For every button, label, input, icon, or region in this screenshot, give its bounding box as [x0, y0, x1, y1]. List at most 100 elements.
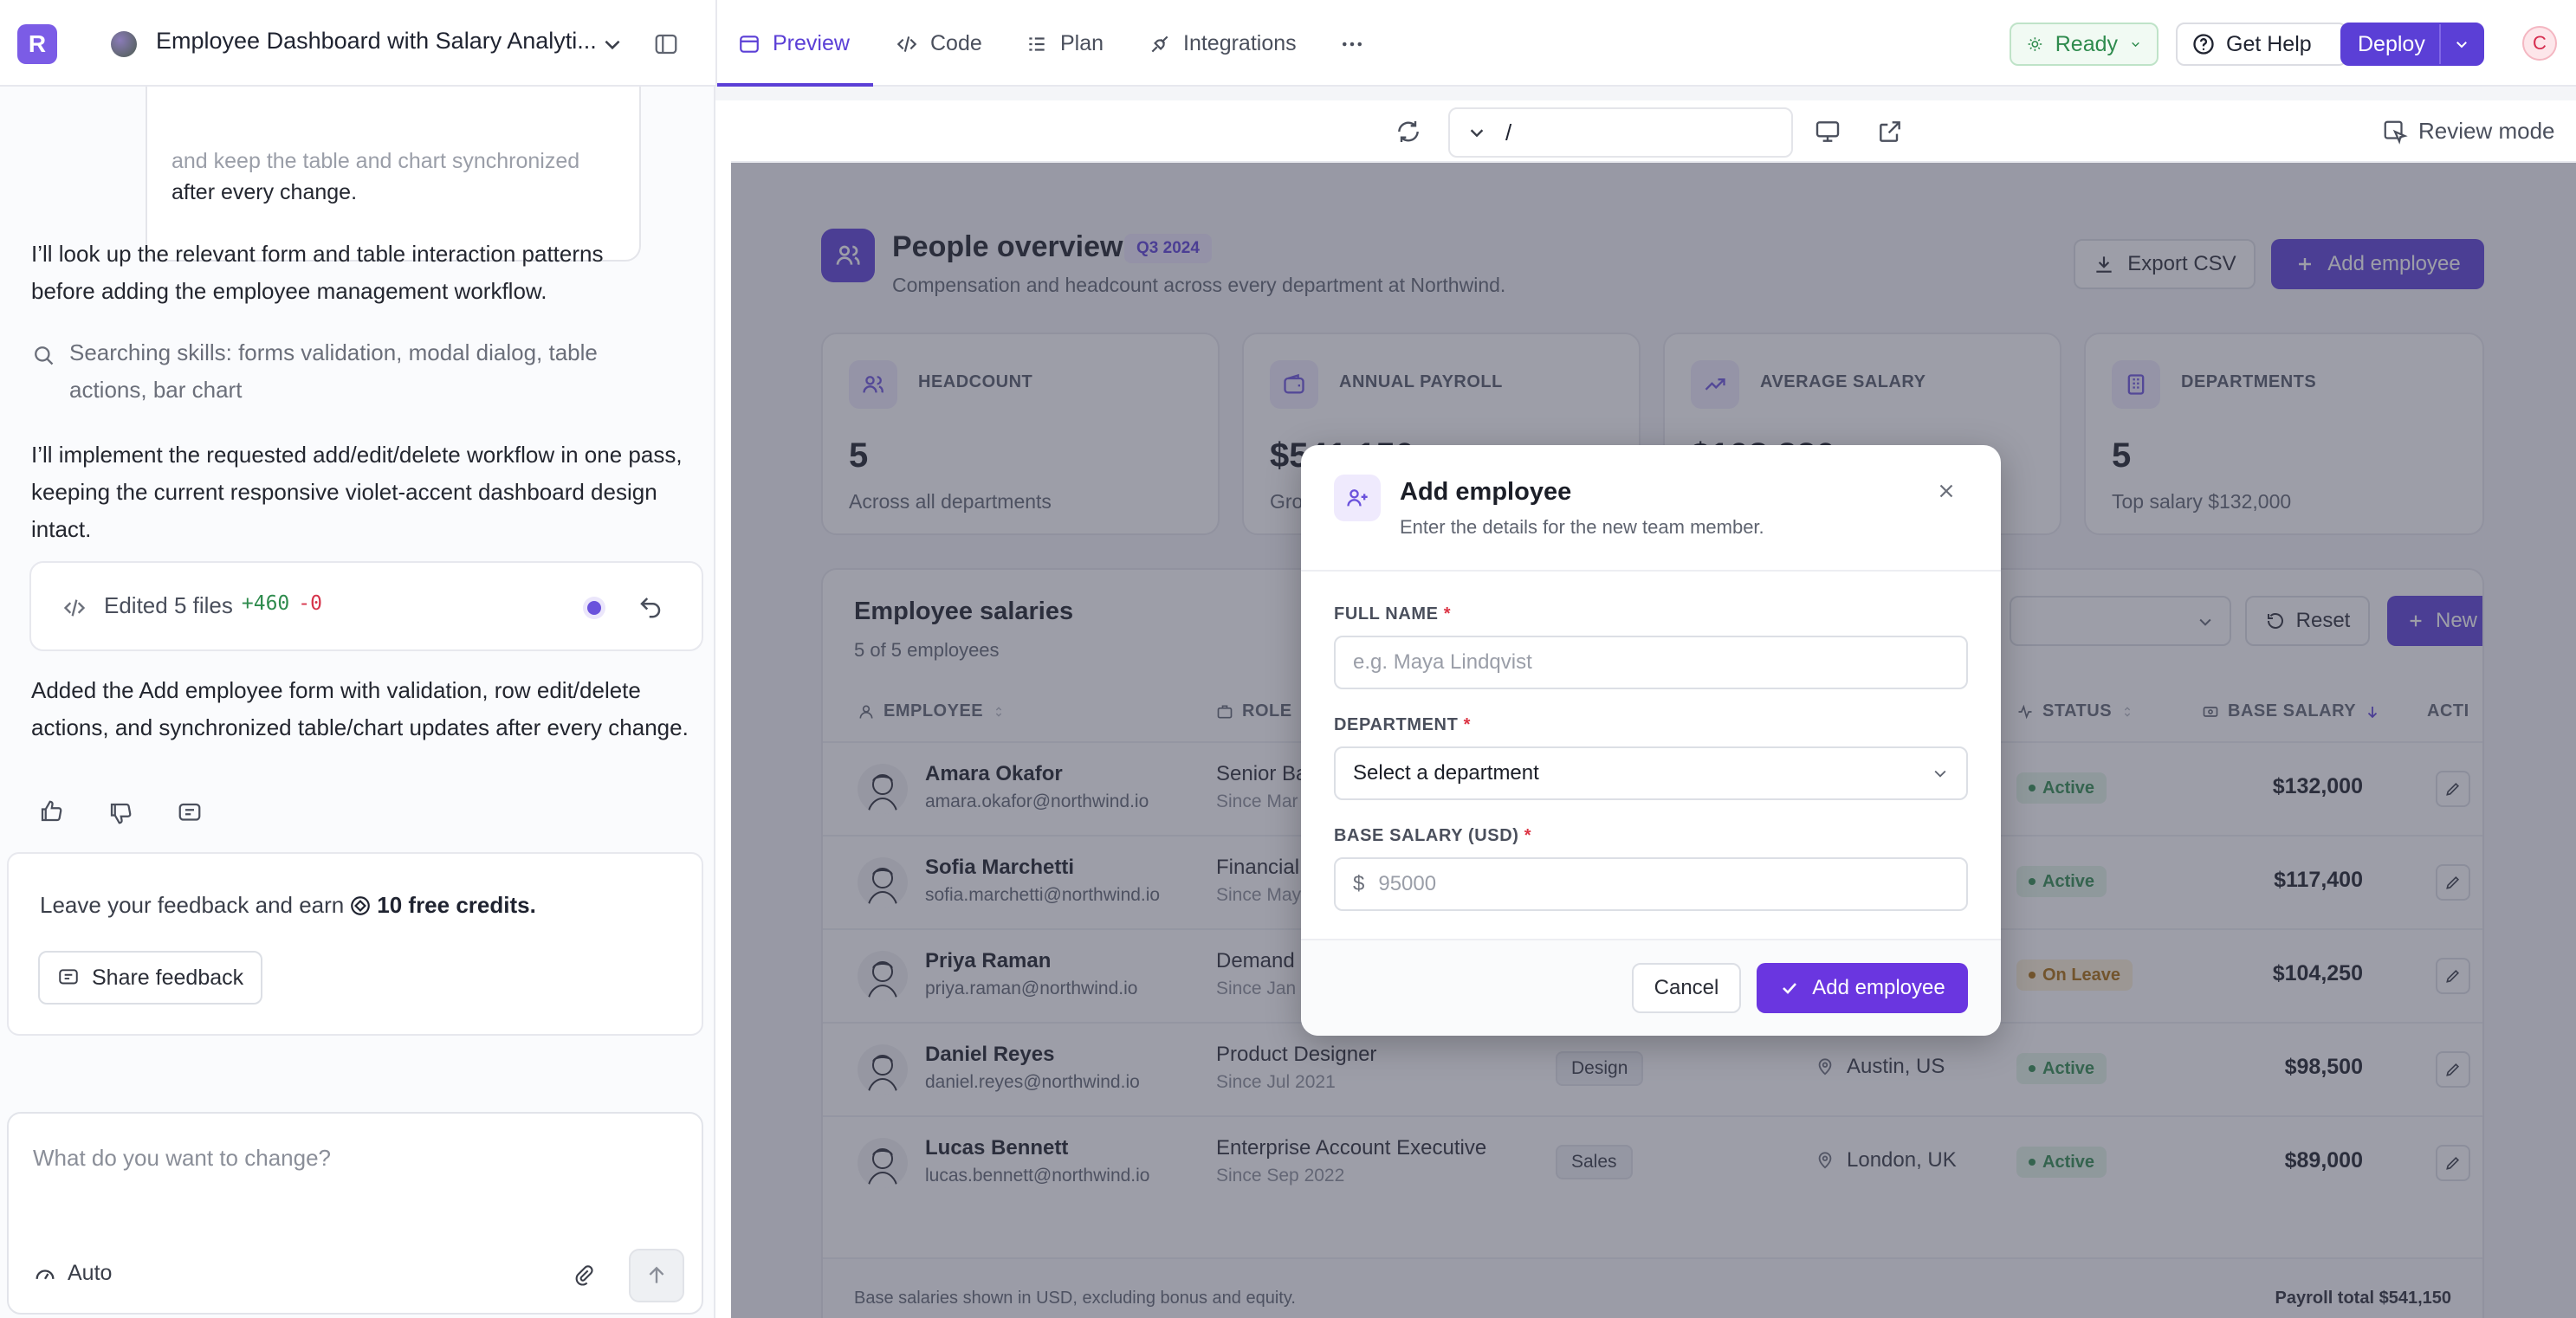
- tab-integrations[interactable]: Integrations: [1149, 31, 1297, 56]
- deploy-options-chevron-icon[interactable]: [2439, 24, 2482, 64]
- refresh-icon[interactable]: [1395, 118, 1422, 145]
- deploy-label: Deploy: [2358, 31, 2425, 56]
- tab-code-label: Code: [930, 31, 982, 55]
- user-plus-icon: [1334, 475, 1381, 521]
- code-icon: [896, 36, 917, 52]
- toggle-sidebar-icon[interactable]: [653, 31, 679, 57]
- required-mark: *: [1463, 715, 1471, 734]
- preview-toolbar: / Review mode: [731, 100, 2576, 163]
- project-avatar: [111, 31, 137, 57]
- feedback-credits: 10 free credits.: [377, 892, 536, 918]
- route-selector[interactable]: /: [1448, 107, 1793, 158]
- department-label: DEPARTMENT *: [1334, 715, 1471, 735]
- project-title[interactable]: Employee Dashboard with Salary Analyti..…: [156, 28, 597, 55]
- fullname-field[interactable]: e.g. Maya Lindqvist: [1334, 636, 1968, 689]
- app-logo[interactable]: R: [17, 24, 57, 64]
- feedback-text: Leave your feedback and earn: [40, 892, 345, 918]
- modal-title: Add employee: [1400, 478, 1572, 506]
- chevron-down-icon: [2132, 42, 2139, 48]
- salary-field[interactable]: $ 95000: [1334, 857, 1968, 911]
- feedback-card: Leave your feedback and earn 10 free cre…: [7, 852, 703, 1036]
- modal-divider-top: [1301, 570, 2001, 572]
- tool-call-text: Searching skills: forms validation, moda…: [69, 339, 598, 403]
- review-mode-label: Review mode: [2418, 118, 2555, 144]
- get-help-button[interactable]: Get Help: [2176, 23, 2347, 66]
- assistant-message-3: Added the Add employee form with validat…: [31, 677, 689, 740]
- department-selected-value: Select a department: [1353, 761, 1539, 785]
- department-select[interactable]: Select a department: [1334, 746, 1968, 800]
- add-employee-modal: Add employee Enter the details for the n…: [1301, 445, 2001, 1036]
- comment-icon[interactable]: [177, 800, 203, 826]
- gauge-icon: [36, 1269, 55, 1279]
- project-chevron-down-icon[interactable]: [601, 33, 624, 55]
- send-button[interactable]: [629, 1249, 684, 1302]
- arrow-up-icon: [649, 1266, 664, 1283]
- salary-label-text: BASE SALARY (USD): [1334, 826, 1519, 845]
- fullname-label-text: FULL NAME: [1334, 604, 1439, 623]
- assistant-message-2: I’ll implement the requested add/edit/de…: [31, 442, 683, 542]
- review-mode-button[interactable]: Review mode: [2382, 118, 2555, 145]
- cancel-label: Cancel: [1654, 976, 1719, 999]
- desktop-icon[interactable]: [1814, 118, 1841, 145]
- composer-input[interactable]: What do you want to change?: [33, 1145, 331, 1172]
- tab-plan[interactable]: Plan: [1026, 31, 1104, 56]
- edited-files-card[interactable]: Edited 5 files +460 -0: [29, 561, 703, 651]
- top-bar: R Employee Dashboard with Salary Analyti…: [0, 0, 2576, 87]
- preview-gutter: [715, 87, 2576, 100]
- mode-selector[interactable]: Auto: [33, 1261, 112, 1286]
- user-message-line1: and keep the table and chart synchronize…: [172, 149, 580, 173]
- close-icon[interactable]: [1935, 480, 1958, 502]
- chevron-down-icon: [1934, 770, 1946, 778]
- share-feedback-button[interactable]: Share feedback: [38, 951, 263, 1005]
- gear-icon: [2028, 37, 2042, 51]
- fullname-label: FULL NAME *: [1334, 604, 1451, 624]
- route-path: /: [1505, 119, 1512, 145]
- credits-icon: [351, 895, 371, 915]
- salary-label: BASE SALARY (USD) *: [1334, 826, 1531, 846]
- deploy-button[interactable]: Deploy: [2340, 23, 2484, 66]
- help-icon: [2193, 34, 2214, 55]
- tab-code[interactable]: Code: [896, 31, 982, 56]
- user-avatar[interactable]: C: [2522, 26, 2557, 61]
- submit-add-employee-button[interactable]: Add employee: [1757, 963, 1968, 1013]
- cancel-button[interactable]: Cancel: [1632, 963, 1741, 1013]
- edited-files-summary: Edited 5 files +460 -0: [104, 592, 322, 619]
- plug-icon: [1151, 36, 1168, 52]
- tab-preview-label: Preview: [773, 31, 850, 55]
- tab-plan-label: Plan: [1060, 31, 1104, 55]
- get-help-label: Get Help: [2226, 31, 2312, 56]
- avatar-letter: C: [2533, 32, 2547, 54]
- check-icon: [1783, 983, 1797, 994]
- tool-call-search: Searching skills: forms validation, moda…: [31, 334, 641, 409]
- topbar-divider: [715, 0, 717, 87]
- required-mark: *: [1524, 826, 1532, 845]
- department-label-text: DEPARTMENT: [1334, 715, 1459, 734]
- message-icon: [59, 969, 78, 985]
- tab-integrations-label: Integrations: [1183, 31, 1297, 55]
- required-mark: *: [1443, 604, 1452, 623]
- plan-icon: [1029, 36, 1045, 51]
- paperclip-icon[interactable]: [572, 1263, 596, 1287]
- chevron-down-icon: [1470, 129, 1484, 138]
- more-options-icon[interactable]: [1339, 31, 1365, 57]
- open-external-icon[interactable]: [1876, 118, 1904, 145]
- status-ready-button[interactable]: Ready: [2010, 23, 2159, 66]
- code-icon: [63, 599, 86, 617]
- review-icon: [2384, 120, 2408, 145]
- assistant-message-1: I’ll look up the relevant form and table…: [31, 241, 604, 304]
- thumbs-up-icon[interactable]: [38, 798, 64, 824]
- modal-footer: Cancel Add employee: [1301, 939, 2001, 1036]
- logo-letter: R: [28, 30, 47, 57]
- live-indicator-dot: [587, 601, 601, 615]
- modal-subtitle: Enter the details for the new team membe…: [1400, 516, 1764, 538]
- chat-panel: and keep the table and chart synchronize…: [0, 87, 715, 1318]
- chat-composer[interactable]: What do you want to change? Auto: [7, 1112, 703, 1315]
- fullname-placeholder: e.g. Maya Lindqvist: [1353, 650, 1532, 674]
- additions-count: +460: [241, 592, 290, 615]
- thumbs-down-icon[interactable]: [107, 800, 133, 826]
- user-message-line2: after every change.: [172, 180, 358, 204]
- tab-preview[interactable]: Preview: [738, 31, 850, 56]
- revert-icon[interactable]: [638, 594, 663, 620]
- edited-files-label: Edited 5 files: [104, 592, 233, 618]
- salary-placeholder: 95000: [1378, 872, 1437, 895]
